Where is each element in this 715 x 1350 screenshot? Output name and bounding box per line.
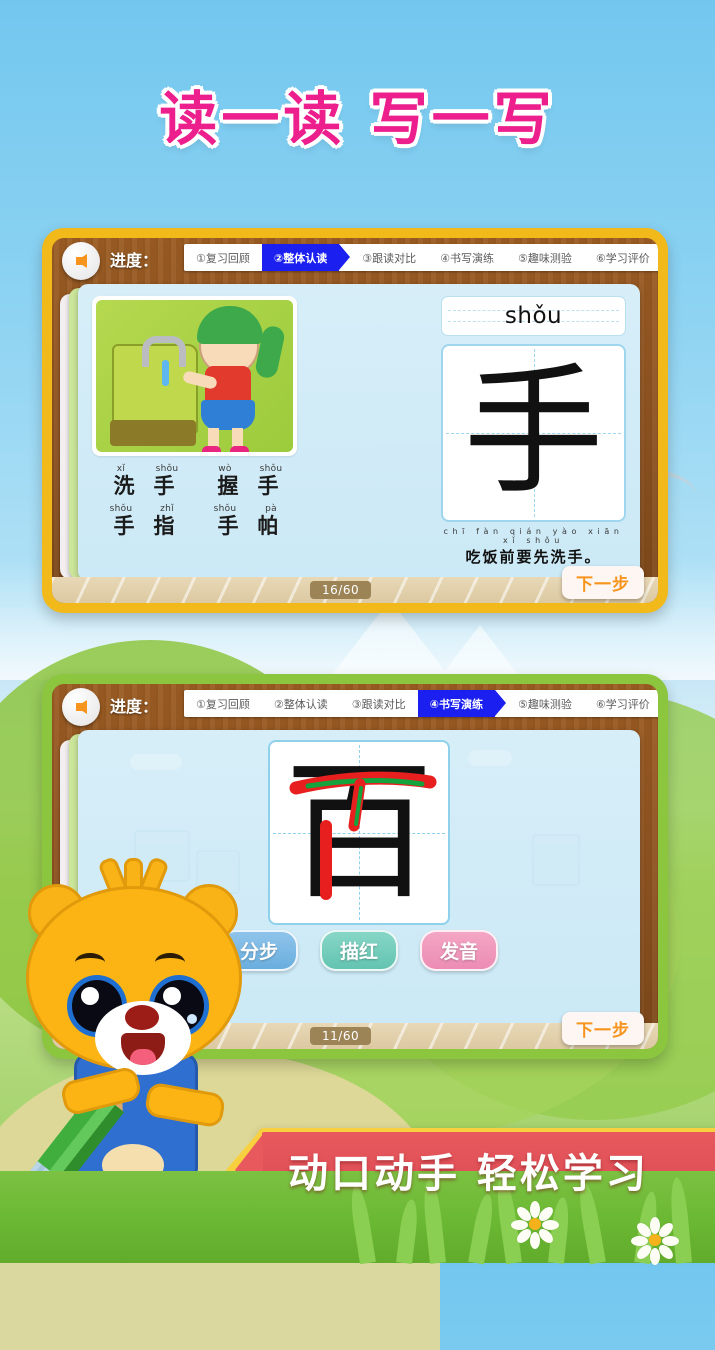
word-woshou[interactable]: wò shǒu 握 手 xyxy=(201,464,295,498)
pinyin-syllable: shǒu xyxy=(213,504,237,515)
step-3-read-compare[interactable]: ③跟读对比 xyxy=(350,244,428,271)
character-pinyin: shǒu xyxy=(504,303,563,329)
character-grid-box: 手 xyxy=(441,344,626,522)
arrow-left-icon xyxy=(75,254,87,268)
daisy-flower xyxy=(631,1217,679,1265)
sentence-pinyin: chī fàn qián yào xiān xǐ shǒu xyxy=(443,527,624,545)
hanzi-char: 手 xyxy=(217,514,239,539)
pinyin-syllable: shǒu xyxy=(109,504,133,515)
progress-label: 进度： xyxy=(110,697,159,716)
bear-eyebrow-left xyxy=(75,953,105,972)
word-shouzhi[interactable]: shǒu zhǐ 手 指 xyxy=(97,504,191,538)
word-hanzi: 手 帕 xyxy=(201,514,295,538)
step-4-writing-practice[interactable]: ④书写演练 xyxy=(417,690,507,717)
hanzi-char: 手 xyxy=(257,474,279,498)
grass-blade xyxy=(468,1192,497,1265)
pronounce-button[interactable]: 发音 xyxy=(420,930,499,971)
reading-panel-screen: 进度： ①复习回顾 ②整体认读 ③跟读对比 ④书写演练 ⑤趣味测验 ⑥学习评价 xyxy=(52,238,658,603)
page-title: 读一读 写一写 xyxy=(159,85,556,153)
word-pinyin: xǐ shǒu xyxy=(97,464,191,474)
pinyin-syllable: shǒu xyxy=(259,464,283,474)
vocabulary-row: shǒu zhǐ 手 指 shǒu pà 手 帕 xyxy=(92,504,300,538)
writing-grid-box[interactable]: 百 xyxy=(268,740,450,925)
step-1-review[interactable]: ①复习回顾 xyxy=(184,690,262,717)
writing-panel-header: 进度： ①复习回顾 ②整体认读 ③跟读对比 ④书写演练 ⑤趣味测验 ⑥学习评价 xyxy=(52,684,658,726)
sink-base-icon xyxy=(110,420,196,446)
pinyin-display-box: shǒu xyxy=(441,296,626,336)
hanzi-char: 指 xyxy=(153,514,175,539)
trace-button[interactable]: 描红 xyxy=(319,930,398,971)
progress-label: 进度： xyxy=(110,251,159,270)
display-character: 手 xyxy=(463,351,604,514)
example-sentence: chī fàn qián yào xiān xǐ shǒu 吃饭前要先洗手。 xyxy=(441,527,626,567)
girl-shoe-left xyxy=(202,446,221,452)
step-1-review[interactable]: ①复习回顾 xyxy=(184,244,262,271)
girl-leg-right xyxy=(232,428,243,448)
word-pinyin: shǒu zhǐ xyxy=(97,504,191,514)
girl-skirt xyxy=(201,400,255,430)
girl-leg-left xyxy=(208,428,219,448)
progress-steps: ①复习回顾 ②整体认读 ③跟读对比 ④书写演练 ⑤趣味测验 ⑥学习评价 xyxy=(184,244,658,271)
page-counter: 11/60 xyxy=(310,1027,372,1045)
vocabulary-grid: xǐ shǒu 洗 手 wò shǒu 握 手 shǒu zhǐ 手 指 shǒ… xyxy=(92,464,300,544)
sentence-hanzi: 吃饭前要先洗手。 xyxy=(465,548,602,566)
step-5-fun-quiz[interactable]: ⑤趣味测验 xyxy=(506,244,584,271)
pinyin-syllable: wò xyxy=(218,464,232,474)
pinyin-syllable: pà xyxy=(265,504,277,515)
hanzi-char: 握 xyxy=(217,474,239,498)
back-button[interactable] xyxy=(62,688,100,726)
next-step-button[interactable]: 下一步 xyxy=(562,1012,644,1045)
card-layer-main: xǐ shǒu 洗 手 wò shǒu 握 手 shǒu zhǐ 手 指 shǒ… xyxy=(78,284,640,581)
hanzi-char: 洗 xyxy=(113,474,135,498)
word-hanzi: 握 手 xyxy=(201,474,295,498)
hanzi-char: 手 xyxy=(153,474,175,498)
page-counter: 16/60 xyxy=(310,581,372,599)
word-hanzi: 洗 手 xyxy=(97,474,191,498)
step-2-whole-reading[interactable]: ②整体认读 xyxy=(262,690,340,717)
lesson-illustration xyxy=(92,296,297,456)
word-pinyin: shǒu pà xyxy=(201,504,295,514)
pinyin-syllable: zhǐ xyxy=(160,504,174,515)
bear-nose xyxy=(125,1005,159,1030)
next-step-button[interactable]: 下一步 xyxy=(562,566,644,599)
banner-text: 动口动手 轻松学习 xyxy=(288,1151,649,1197)
word-pinyin: wò shǒu xyxy=(201,464,295,474)
vocabulary-row: xǐ shǒu 洗 手 wò shǒu 握 手 xyxy=(92,464,300,498)
cloud-decor xyxy=(468,750,512,766)
pinyin-syllable: xǐ xyxy=(116,464,126,474)
reading-panel: 进度： ①复习回顾 ②整体认读 ③跟读对比 ④书写演练 ⑤趣味测验 ⑥学习评价 xyxy=(42,228,668,613)
step-4-writing-practice[interactable]: ④书写演练 xyxy=(428,244,506,271)
bear-head xyxy=(26,886,242,1075)
bear-tongue xyxy=(130,1049,156,1065)
girl-hair xyxy=(197,306,263,344)
progress-steps: ①复习回顾 ②整体认读 ③跟读对比 ④书写演练 ⑤趣味测验 ⑥学习评价 xyxy=(184,690,658,717)
water-stream-icon xyxy=(162,360,169,386)
illustration-scene xyxy=(96,300,293,452)
grass-blade xyxy=(396,1198,420,1264)
step-3-read-compare[interactable]: ③跟读对比 xyxy=(340,690,418,717)
step-6-evaluation[interactable]: ⑥学习评价 xyxy=(584,244,658,271)
reading-panel-header: 进度： ①复习回顾 ②整体认读 ③跟读对比 ④书写演练 ⑤趣味测验 ⑥学习评价 xyxy=(52,238,658,280)
bear-eyebrow-right xyxy=(155,953,185,972)
arrow-left-icon xyxy=(75,700,87,714)
step-2-whole-reading[interactable]: ②整体认读 xyxy=(261,244,351,271)
stroke-overlay xyxy=(289,771,437,900)
word-xishou[interactable]: xǐ shǒu 洗 手 xyxy=(97,464,191,498)
girl-shoe-right xyxy=(230,446,249,452)
cloud-decor xyxy=(130,754,182,770)
house-decor xyxy=(532,834,580,886)
pinyin-syllable: shǒu xyxy=(155,464,179,474)
hanzi-char: 帕 xyxy=(257,514,279,539)
step-5-fun-quiz[interactable]: ⑤趣味测验 xyxy=(506,690,584,717)
daisy-flower xyxy=(511,1201,559,1249)
word-shoupa[interactable]: shǒu pà 手 帕 xyxy=(201,504,295,538)
word-hanzi: 手 指 xyxy=(97,514,191,538)
reading-card-stack: xǐ shǒu 洗 手 wò shǒu 握 手 shǒu zhǐ 手 指 shǒ… xyxy=(60,284,640,581)
step-6-evaluation[interactable]: ⑥学习评价 xyxy=(584,690,658,717)
hanzi-char: 手 xyxy=(113,514,135,539)
back-button[interactable] xyxy=(62,242,100,280)
